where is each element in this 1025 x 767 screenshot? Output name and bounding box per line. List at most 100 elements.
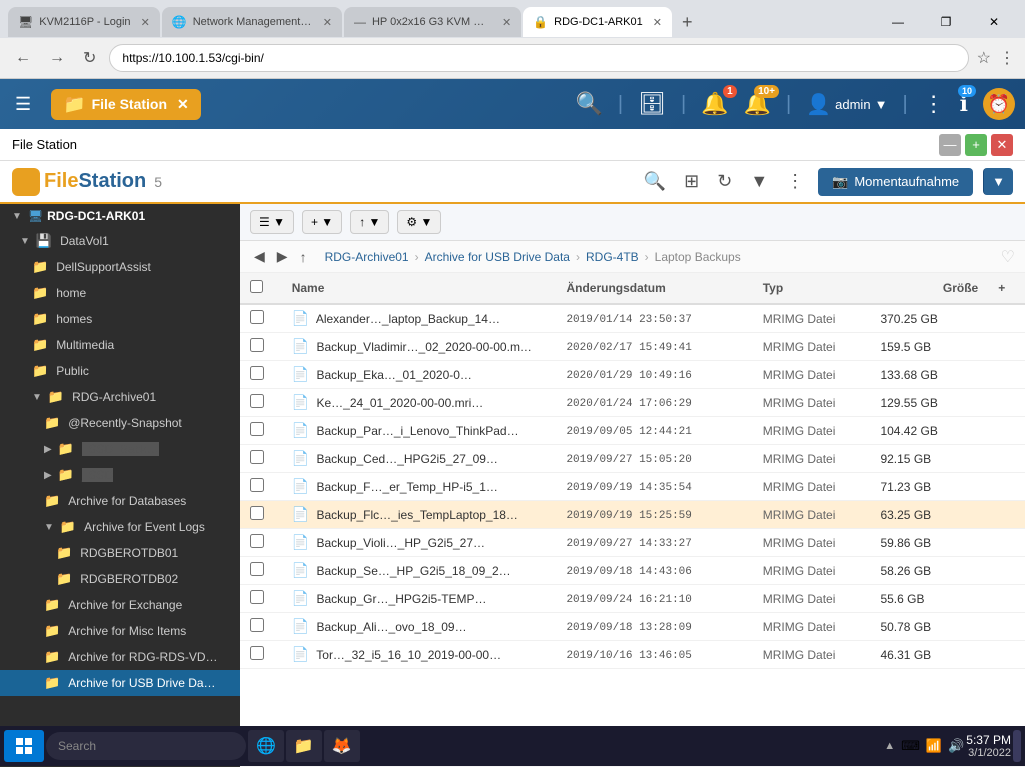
table-row[interactable]: 📄 Backup_Eka…_01_2020-0… 2020/01/29 10:4… bbox=[240, 361, 1025, 389]
col-date[interactable]: Änderungsdatum bbox=[556, 273, 752, 304]
row-checkbox-2[interactable] bbox=[250, 366, 264, 380]
row-checkbox-0[interactable] bbox=[250, 310, 264, 324]
nas-app-tab[interactable]: 📁 File Station ✕ bbox=[51, 89, 201, 120]
snapshot-dropdown-button[interactable]: ▼ bbox=[983, 168, 1013, 195]
sidebar-item-archive-usb[interactable]: 📁 Archive for USB Drive Da… bbox=[0, 670, 240, 696]
tab-4-close[interactable]: ✕ bbox=[653, 16, 662, 29]
nas-avatar[interactable]: ⏰ bbox=[983, 88, 1015, 120]
bc-link-1[interactable]: RDG-Archive01 bbox=[325, 250, 409, 264]
taskbar-clock[interactable]: 5:37 PM 3/1/2022 bbox=[966, 733, 1011, 759]
bookmark-button[interactable]: ☆ bbox=[977, 48, 991, 68]
col-type[interactable]: Typ bbox=[753, 273, 871, 304]
sidebar-item-ssd-back[interactable]: ▶ 📁 _SSD_Back… bbox=[0, 436, 240, 462]
taskbar-firefox-button[interactable]: 🦊 bbox=[324, 730, 360, 762]
filter-button[interactable]: ▼ bbox=[746, 167, 772, 196]
upload-button[interactable]: ↑ ▼ bbox=[350, 210, 389, 234]
nas-app-close[interactable]: ✕ bbox=[177, 96, 189, 113]
sidebar-item-recently-snapshot[interactable]: 📁 @Recently-Snapshot bbox=[0, 410, 240, 436]
taskbar-explorer-button[interactable]: 📁 bbox=[286, 730, 322, 762]
app-minimize-button[interactable]: — bbox=[939, 134, 961, 156]
bc-link-3[interactable]: RDG-4TB bbox=[586, 250, 639, 264]
sidebar-item-archive-eventlogs[interactable]: ▼ 📁 Archive for Event Logs bbox=[0, 514, 240, 540]
back-button[interactable]: ← bbox=[10, 47, 36, 69]
new-folder-button[interactable]: + ▼ bbox=[302, 210, 342, 234]
sidebar-item-home[interactable]: 📁 home bbox=[0, 280, 240, 306]
view-toggle-button[interactable]: ⊞ bbox=[680, 167, 703, 196]
sidebar-item-archive-misc[interactable]: 📁 Archive for Misc Items bbox=[0, 618, 240, 644]
table-row[interactable]: 📄 Tor…_32_i5_16_10_2019-00-00… 2019/10/1… bbox=[240, 641, 1025, 669]
table-row[interactable]: 📄 Backup_Se…_HP_G2i5_18_09_2… 2019/09/18… bbox=[240, 557, 1025, 585]
more-button[interactable]: ⋮ bbox=[782, 167, 808, 196]
tab-2-close[interactable]: ✕ bbox=[323, 16, 332, 29]
tray-arrow[interactable]: ▲ bbox=[884, 740, 895, 752]
tools-button[interactable]: ⚙ ▼ bbox=[397, 210, 441, 234]
taskbar-search-input[interactable] bbox=[46, 732, 246, 760]
hamburger-icon[interactable]: ☰ bbox=[10, 89, 36, 120]
row-checkbox-3[interactable] bbox=[250, 394, 264, 408]
row-checkbox-10[interactable] bbox=[250, 590, 264, 604]
notification-icon[interactable]: 🔔10+ bbox=[744, 91, 771, 117]
sidebar-item-archive-exchange[interactable]: 📁 Archive for Exchange bbox=[0, 592, 240, 618]
table-row[interactable]: 📄 Backup_Par…_i_Lenovo_ThinkPad… 2019/09… bbox=[240, 417, 1025, 445]
bc-forward-button[interactable]: ▶ bbox=[273, 246, 292, 267]
row-checkbox-5[interactable] bbox=[250, 450, 264, 464]
table-row[interactable]: 📄 Backup_Gr…_HPG2i5-TEMP… 2019/09/24 16:… bbox=[240, 585, 1025, 613]
win-minimize-button[interactable]: — bbox=[875, 7, 921, 37]
row-checkbox-11[interactable] bbox=[250, 618, 264, 632]
bc-link-2[interactable]: Archive for USB Drive Data bbox=[425, 250, 570, 264]
app-close-button[interactable]: ✕ bbox=[991, 134, 1013, 156]
sidebar-item-ssd[interactable]: ▶ 📁 _SSD bbox=[0, 462, 240, 488]
sidebar-item-rdgberotdb02[interactable]: 📁 RDGBEROTDB02 bbox=[0, 566, 240, 592]
sidebar-item-archive-rds[interactable]: 📁 Archive for RDG-RDS-VD… bbox=[0, 644, 240, 670]
tab-3-close[interactable]: ✕ bbox=[502, 16, 511, 29]
row-checkbox-9[interactable] bbox=[250, 562, 264, 576]
apps-icon[interactable]: ⋮ bbox=[923, 91, 945, 117]
tab-1-close[interactable]: ✕ bbox=[141, 16, 150, 29]
row-checkbox-6[interactable] bbox=[250, 478, 264, 492]
win-close-button[interactable]: ✕ bbox=[971, 7, 1017, 37]
sidebar-item-multimedia[interactable]: 📁 Multimedia bbox=[0, 332, 240, 358]
bell-icon[interactable]: 🔔1 bbox=[701, 91, 728, 117]
table-row[interactable]: 📄 Backup_Ali…_ovo_18_09… 2019/09/18 13:2… bbox=[240, 613, 1025, 641]
snapshot-button[interactable]: 📷 Momentaufnahme bbox=[818, 168, 973, 196]
sidebar-item-root[interactable]: ▼ 🖥 RDG-DC1-ARK01 bbox=[0, 204, 240, 228]
sidebar-item-dellsupport[interactable]: 📁 DellSupportAssist bbox=[0, 254, 240, 280]
table-row[interactable]: 📄 Backup_Ced…_HPG2i5_27_09… 2019/09/27 1… bbox=[240, 445, 1025, 473]
table-row[interactable]: 📄 Backup_F…_er_Temp_HP-i5_1… 2019/09/19 … bbox=[240, 473, 1025, 501]
search-files-button[interactable]: 🔍 bbox=[640, 167, 670, 196]
row-checkbox-1[interactable] bbox=[250, 338, 264, 352]
tab-1[interactable]: 🖥 KVM2116P - Login ✕ bbox=[8, 7, 160, 37]
table-row[interactable]: 📄 Backup_Vladimir…_02_2020-00-00.m… 2020… bbox=[240, 333, 1025, 361]
user-menu[interactable]: 👤 admin ▼ bbox=[806, 92, 887, 117]
list-view-button[interactable]: ☰ ▼ bbox=[250, 210, 294, 234]
sidebar-item-rdgberotdb01[interactable]: 📁 RDGBEROTDB01 bbox=[0, 540, 240, 566]
table-row[interactable]: 📄 Backup_Violi…_HP_G2i5_27… 2019/09/27 1… bbox=[240, 529, 1025, 557]
bc-up-button[interactable]: ↑ bbox=[296, 246, 311, 267]
table-row[interactable]: 📄 Alexander…_laptop_Backup_14… 2019/01/1… bbox=[240, 304, 1025, 333]
start-button[interactable] bbox=[4, 730, 44, 762]
win-maximize-button[interactable]: ❐ bbox=[923, 7, 969, 37]
info-icon[interactable]: ℹ10 bbox=[960, 91, 968, 117]
tab-2[interactable]: 🌐 Network Management Car… ✕ bbox=[162, 7, 342, 37]
tab-4[interactable]: 🔒 RDG-DC1-ARK01 ✕ bbox=[523, 7, 672, 37]
add-col-icon[interactable]: + bbox=[998, 281, 1005, 295]
sidebar-item-rdgarchive01[interactable]: ▼ 📁 RDG-Archive01 bbox=[0, 384, 240, 410]
table-row[interactable]: 📄 Ke…_24_01_2020-00-00.mri… 2020/01/24 1… bbox=[240, 389, 1025, 417]
row-checkbox-12[interactable] bbox=[250, 646, 264, 660]
search-icon[interactable]: 🔍 bbox=[575, 91, 602, 117]
row-checkbox-4[interactable] bbox=[250, 422, 264, 436]
storage-icon[interactable]: 🗄 bbox=[638, 91, 666, 117]
tab-3[interactable]: — HP 0x2x16 G3 KVM Console… ✕ bbox=[344, 7, 521, 37]
forward-button[interactable]: → bbox=[44, 47, 70, 69]
new-tab-button[interactable]: + bbox=[674, 12, 701, 33]
sidebar-item-homes[interactable]: 📁 homes bbox=[0, 306, 240, 332]
row-checkbox-7[interactable] bbox=[250, 506, 264, 520]
refresh-button[interactable]: ↻ bbox=[713, 167, 736, 196]
bc-back-button[interactable]: ◀ bbox=[250, 246, 269, 267]
sidebar-item-public[interactable]: 📁 Public bbox=[0, 358, 240, 384]
select-all-checkbox[interactable] bbox=[250, 280, 263, 293]
taskbar-ie-button[interactable]: 🌐 bbox=[248, 730, 284, 762]
sidebar-item-datavol1[interactable]: ▼ 💾 DataVol1 bbox=[0, 228, 240, 254]
extension-button[interactable]: ⋮ bbox=[999, 48, 1015, 68]
reload-button[interactable]: ↻ bbox=[78, 46, 101, 70]
